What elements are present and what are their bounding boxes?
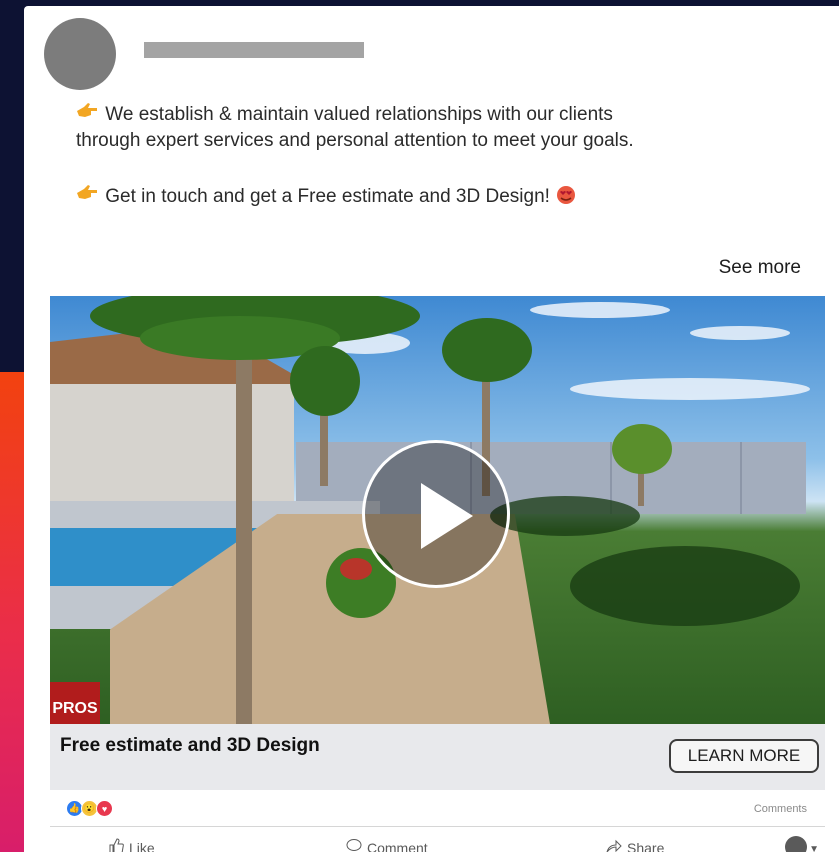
post-paragraph-1: We establish & maintain valued relations…: [76, 102, 636, 154]
love-reaction-icon: ♥: [96, 800, 113, 817]
learn-more-button[interactable]: LEARN MORE: [669, 739, 819, 773]
avatar[interactable]: [44, 18, 116, 90]
like-button[interactable]: Like: [108, 838, 155, 852]
post-body: We establish & maintain valued relations…: [76, 102, 636, 210]
share-label: Share: [627, 839, 665, 852]
cloud: [570, 378, 810, 400]
see-more-link[interactable]: See more: [719, 257, 801, 279]
share-button[interactable]: Share: [606, 838, 664, 852]
divider: [50, 826, 825, 827]
like-label: Like: [129, 839, 155, 852]
redacted-page-name: [144, 42, 364, 58]
palm-trunk: [236, 302, 252, 724]
chevron-down-icon[interactable]: ▼: [809, 844, 819, 852]
thumbs-up-icon: [108, 838, 124, 852]
pointing-hand-icon: [76, 184, 100, 210]
ad-post-card: We establish & maintain valued relations…: [24, 6, 839, 852]
play-icon: [421, 483, 473, 549]
cta-title[interactable]: Free estimate and 3D Design: [60, 736, 360, 756]
cloud: [690, 326, 790, 340]
comment-label: Comment: [367, 839, 428, 852]
comments-count-link[interactable]: Comments: [754, 803, 807, 815]
share-arrow-icon: [606, 838, 622, 852]
pros-logo: PROS: [50, 682, 100, 724]
comment-bubble-icon: [346, 838, 362, 852]
post-paragraph-2: Get in touch and get a Free estimate and…: [76, 184, 636, 210]
background-accent-stripe: [0, 372, 24, 852]
post-text-2: Get in touch and get a Free estimate and…: [105, 186, 550, 207]
video-player[interactable]: PROS: [50, 296, 825, 724]
reaction-icons[interactable]: 👍 😮 ♥: [66, 800, 113, 817]
cta-bar: Free estimate and 3D Design LEARN MORE: [50, 724, 825, 790]
house-wall: [50, 384, 294, 504]
post-text-1: We establish & maintain valued relations…: [76, 104, 634, 151]
comment-button[interactable]: Comment: [346, 838, 428, 852]
heart-eyes-emoji-icon: [555, 186, 577, 207]
pointing-hand-icon: [76, 102, 100, 128]
account-avatar[interactable]: [785, 836, 807, 852]
play-button[interactable]: [362, 440, 510, 588]
cloud: [530, 302, 670, 318]
